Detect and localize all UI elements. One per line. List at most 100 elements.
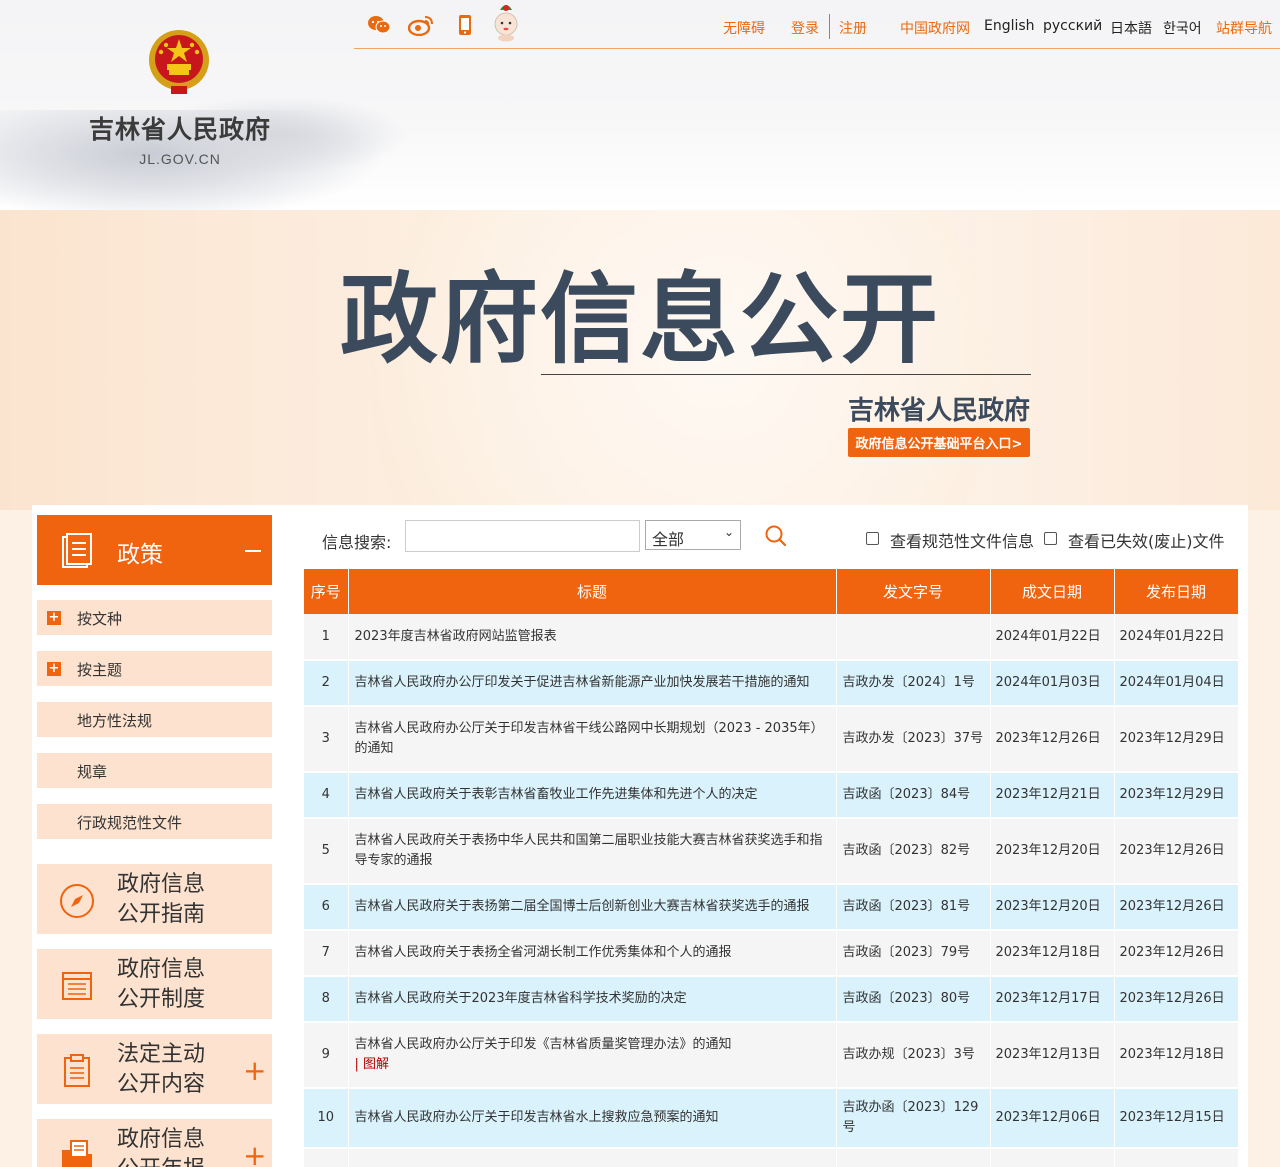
row-number: 3: [304, 706, 349, 773]
expand-plus-icon[interactable]: +: [47, 662, 61, 676]
table-row[interactable]: 5 吉林省人民政府关于表扬中华人民共和国第二届职业技能大赛吉林省获奖选手和指导专…: [304, 818, 1239, 885]
sidebar-item-label: 行政规范性文件: [77, 814, 183, 832]
link-korean[interactable]: 한국어: [1163, 18, 1202, 38]
checkbox-normative[interactable]: [866, 532, 879, 545]
row-publish-date: 2023年12月26日: [1114, 818, 1239, 885]
row-doc-number: 吉政办发〔2024〕1号: [836, 660, 991, 707]
row-title-link[interactable]: 吉林省人民政府办公厅印发关于促进吉林省新能源产业加快发展若干措施的通知: [348, 660, 837, 707]
table-row[interactable]: 1 2023年度吉林省政府网站监管报表 2024年01月22日 2024年01月…: [304, 614, 1239, 661]
sidebar-item-rules[interactable]: 规章: [37, 753, 272, 788]
row-title-link[interactable]: 吉林省人民政府办公厅关于印发吉林省水上搜救应急预案的通知: [348, 1088, 837, 1149]
row-number: 8: [304, 976, 349, 1023]
table-row[interactable]: 7 吉林省人民政府关于表扬全省河湖长制工作优秀集体和个人的通报 吉政函〔2023…: [304, 930, 1239, 977]
column-header-title: 标题: [348, 569, 837, 614]
row-title-link[interactable]: 吉林省人民政府关于表扬全省河湖长制工作优秀集体和个人的通报: [348, 930, 837, 977]
row-doc-number: 吉政函〔2023〕81号: [836, 884, 991, 931]
collapse-icon[interactable]: [245, 550, 261, 552]
table-row[interactable]: 4 吉林省人民政府关于表彰吉林省畜牧业工作先进集体和先进个人的决定 吉政函〔20…: [304, 772, 1239, 819]
site-name[interactable]: 吉林省人民政府: [60, 110, 300, 146]
checkbox-invalid-label[interactable]: 查看已失效(废止)文件: [1068, 528, 1225, 552]
row-publish-date: 2023年12月29日: [1114, 706, 1239, 773]
row-doc-number: 吉政函〔2023〕84号: [836, 772, 991, 819]
banner: 政府信息公开 吉林省人民政府 政府信息公开基础平台入口>: [0, 210, 1280, 510]
row-title-link[interactable]: 吉林省人民政府办公厅关于印发吉林省干线公路网中长期规划（2023 - 2035年…: [348, 706, 837, 773]
row-title-link[interactable]: 吉林省人民政府关于表扬中华人民共和国第二届职业技能大赛吉林省获奖选手和指导专家的…: [348, 818, 837, 885]
login-register-divider: [829, 14, 830, 39]
row-title-link[interactable]: 吉林省人民政府办公厅关于印发《吉林省质量奖管理办法》的通知: [355, 1035, 830, 1055]
sidebar-item-disclosure-guide[interactable]: 政府信息 公开指南: [37, 864, 272, 934]
sidebar-item-local-regulations[interactable]: 地方性法规: [37, 702, 272, 737]
row-title-link[interactable]: 吉林省人民政府关于表彰吉林省畜牧业工作先进集体和先进个人的决定: [348, 772, 837, 819]
row-number: 9: [304, 1022, 349, 1089]
sidebar-item-label: 公开内容: [117, 1072, 206, 1097]
checkbox-invalid[interactable]: [1044, 532, 1057, 545]
table-row[interactable]: 3 吉林省人民政府办公厅关于印发吉林省干线公路网中长期规划（2023 - 203…: [304, 706, 1239, 773]
row-doc-number: [836, 614, 991, 661]
row-written-date: 2023年12月20日: [990, 818, 1115, 885]
search-label: 信息搜索:: [322, 533, 392, 552]
column-header-written-date: 成文日期: [990, 569, 1115, 614]
sidebar-item-label: 公开制度: [117, 987, 206, 1012]
row-doc-number: 吉政办函〔2023〕129号: [836, 1088, 991, 1149]
row-doc-number: 吉政办规〔2023〕3号: [836, 1022, 991, 1089]
row-title-link[interactable]: 2023年度吉林省政府网站监管报表: [348, 614, 837, 661]
link-english[interactable]: English: [984, 18, 1035, 34]
sidebar-item-by-topic[interactable]: + 按主题: [37, 651, 272, 686]
row-title-link[interactable]: [348, 1148, 837, 1167]
link-japanese[interactable]: 日本語: [1110, 18, 1152, 38]
link-login[interactable]: 登录: [791, 18, 819, 38]
row-doc-number: 吉政办发〔2023〕37号: [836, 706, 991, 773]
row-doc-number: 吉政函〔2023〕79号: [836, 930, 991, 977]
sidebar-item-label: 法定主动: [117, 1042, 206, 1067]
link-register[interactable]: 注册: [839, 18, 867, 38]
expand-plus-icon[interactable]: +: [243, 1139, 266, 1167]
table-row[interactable]: 6 吉林省人民政府关于表扬第二届全国博士后创新创业大赛吉林省获奖选手的通报 吉政…: [304, 884, 1239, 931]
mascot-icon[interactable]: [492, 0, 520, 42]
search-icon[interactable]: [765, 525, 787, 547]
expand-plus-icon[interactable]: +: [243, 1054, 266, 1087]
category-select[interactable]: 全部 ⌄: [645, 520, 741, 550]
row-number: [304, 1148, 349, 1167]
sidebar-item-normative-docs[interactable]: 行政规范性文件: [37, 804, 272, 839]
folder-report-icon: [62, 1140, 92, 1167]
table-row[interactable]: 10 吉林省人民政府办公厅关于印发吉林省水上搜救应急预案的通知 吉政办函〔202…: [304, 1088, 1239, 1149]
sidebar-item-disclosure-system[interactable]: 政府信息 公开制度: [37, 949, 272, 1019]
checkbox-normative-label[interactable]: 查看规范性文件信息: [890, 528, 1034, 552]
sidebar-item-statutory-content[interactable]: 法定主动 公开内容 +: [37, 1034, 272, 1104]
mobile-icon[interactable]: [452, 12, 478, 38]
row-doc-number: 吉政函〔2023〕82号: [836, 818, 991, 885]
table-row[interactable]: 2 吉林省人民政府办公厅印发关于促进吉林省新能源产业加快发展若干措施的通知 吉政…: [304, 660, 1239, 707]
weibo-icon[interactable]: [408, 12, 434, 38]
row-publish-date: 2023年12月26日: [1114, 930, 1239, 977]
wechat-icon[interactable]: [366, 12, 392, 38]
column-header-doc-number: 发文字号: [836, 569, 991, 614]
sidebar-item-annual-report[interactable]: 政府信息 公开年报 +: [37, 1119, 272, 1167]
infographic-link[interactable]: | 图解: [355, 1055, 830, 1075]
link-accessibility[interactable]: 无障碍: [723, 18, 765, 38]
sidebar-head-policy[interactable]: 政策: [37, 515, 272, 585]
row-written-date: 2024年01月22日: [990, 614, 1115, 661]
sidebar-item-label: 政府信息: [117, 872, 206, 897]
sidebar-item-label: 政府信息: [117, 1127, 206, 1152]
search-input[interactable]: [405, 520, 640, 552]
table-row[interactable]: [304, 1148, 1239, 1167]
row-title-link[interactable]: 吉林省人民政府关于2023年度吉林省科学技术奖励的决定: [348, 976, 837, 1023]
national-emblem-icon[interactable]: [147, 28, 211, 98]
table-row[interactable]: 8 吉林省人民政府关于2023年度吉林省科学技术奖励的决定 吉政函〔2023〕8…: [304, 976, 1239, 1023]
table-row[interactable]: 9 吉林省人民政府办公厅关于印发《吉林省质量奖管理办法》的通知 | 图解 吉政办…: [304, 1022, 1239, 1089]
banner-subtitle: 吉林省人民政府: [847, 396, 1030, 426]
row-title-link[interactable]: 吉林省人民政府关于表扬第二届全国博士后创新创业大赛吉林省获奖选手的通报: [348, 884, 837, 931]
expand-plus-icon[interactable]: +: [47, 611, 61, 625]
row-written-date: 2023年12月26日: [990, 706, 1115, 773]
sidebar-item-label: 按文种: [77, 610, 123, 628]
platform-entry-button[interactable]: 政府信息公开基础平台入口>: [848, 428, 1030, 457]
link-central-gov[interactable]: 中国政府网: [900, 18, 970, 38]
sidebar-item-by-doctype[interactable]: + 按文种: [37, 600, 272, 635]
row-publish-date: 2023年12月18日: [1114, 1022, 1239, 1089]
row-written-date: 2023年12月13日: [990, 1022, 1115, 1089]
link-site-group[interactable]: 站群导航: [1216, 18, 1272, 38]
row-publish-date: [1114, 1148, 1239, 1167]
row-written-date: 2023年12月21日: [990, 772, 1115, 819]
link-russian[interactable]: русский: [1043, 18, 1102, 34]
document-table: 序号 标题 发文字号 成文日期 发布日期 1 2023年度吉林省政府网站监管报表…: [304, 569, 1239, 1167]
